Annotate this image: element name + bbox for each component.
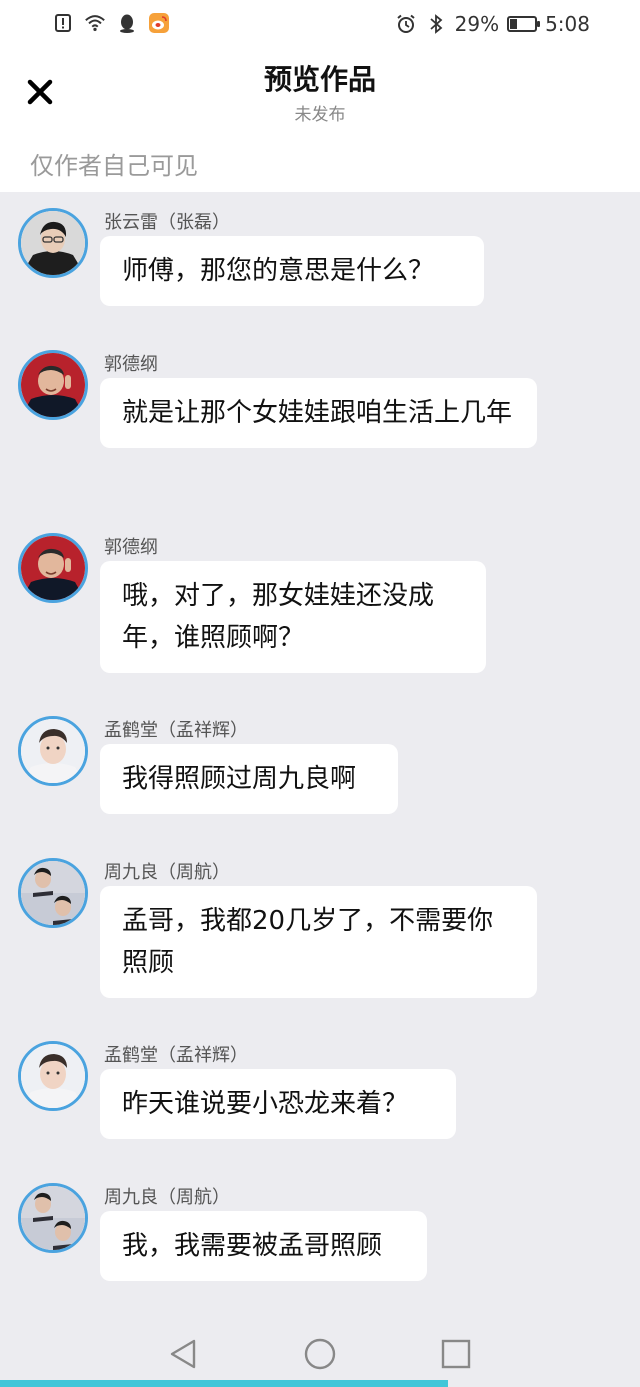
home-circle-icon bbox=[304, 1338, 336, 1370]
sender-name: 孟鹤堂（孟祥辉） bbox=[104, 720, 248, 741]
avatar[interactable] bbox=[18, 1183, 88, 1253]
avatar[interactable] bbox=[18, 350, 88, 420]
avatar-menghetang-icon bbox=[21, 719, 85, 783]
message-bubble: 哦，对了，那女娃娃还没成年，谁照顾啊？ bbox=[100, 561, 486, 673]
battery-icon bbox=[507, 16, 541, 32]
avatar-guodegang-icon bbox=[21, 536, 85, 600]
sender-name: 周九良（周航） bbox=[104, 862, 230, 883]
sender-name: 郭德纲 bbox=[104, 354, 158, 375]
clock-time: 5:08 bbox=[545, 12, 590, 36]
alert-icon bbox=[52, 12, 74, 34]
message-bubble: 我得照顾过周九良啊 bbox=[100, 744, 398, 814]
alarm-icon bbox=[395, 13, 417, 35]
avatar-guodegang-icon bbox=[21, 353, 85, 417]
bluetooth-icon bbox=[425, 13, 447, 35]
sender-name: 孟鹤堂（孟祥辉） bbox=[104, 1045, 248, 1066]
sender-name: 郭德纲 bbox=[104, 537, 158, 558]
avatar[interactable] bbox=[18, 1041, 88, 1111]
avatar[interactable] bbox=[18, 858, 88, 928]
publish-status: 未发布 bbox=[294, 105, 346, 125]
system-nav-bar bbox=[0, 1322, 640, 1387]
chat-list[interactable]: 张云雷（张磊） 师傅，那您的意思是什么？ 郭德纲 就是让那个女娃娃跟咱生活上几年 bbox=[0, 192, 640, 1322]
recents-square-icon bbox=[441, 1339, 471, 1369]
weibo-icon bbox=[148, 12, 170, 34]
status-right: 29% 5:08 bbox=[395, 12, 590, 36]
message-bubble: 就是让那个女娃娃跟咱生活上几年 bbox=[100, 378, 537, 448]
avatar-zhoujiuliang-icon bbox=[21, 861, 85, 925]
avatar-zhangyunlei-icon bbox=[21, 211, 85, 275]
status-left-icons bbox=[52, 12, 170, 34]
message-bubble: 昨天谁说要小恐龙来着？ bbox=[100, 1069, 456, 1139]
sender-name: 张云雷（张磊） bbox=[104, 212, 230, 233]
message-bubble: 师傅，那您的意思是什么？ bbox=[100, 236, 484, 306]
sender-name: 周九良（周航） bbox=[104, 1187, 230, 1208]
page-title: 预览作品 bbox=[263, 63, 376, 96]
avatar-menghetang-icon bbox=[21, 1044, 85, 1108]
header: 预览作品 未发布 仅作者自己可见 bbox=[0, 52, 640, 192]
back-button[interactable] bbox=[166, 1336, 202, 1372]
avatar-zhoujiuliang-icon bbox=[21, 1186, 85, 1250]
progress-bar bbox=[0, 1380, 448, 1387]
home-button[interactable] bbox=[302, 1336, 338, 1372]
privacy-note: 仅作者自己可见 bbox=[30, 152, 198, 180]
qq-icon bbox=[116, 12, 138, 34]
battery-percent: 29% bbox=[454, 12, 500, 36]
recents-button[interactable] bbox=[438, 1336, 474, 1372]
avatar[interactable] bbox=[18, 533, 88, 603]
avatar[interactable] bbox=[18, 208, 88, 278]
status-bar: 29% 5:08 bbox=[0, 0, 640, 52]
message-bubble: 孟哥，我都20几岁了，不需要你照顾 bbox=[100, 886, 537, 998]
back-triangle-icon bbox=[170, 1339, 196, 1369]
avatar[interactable] bbox=[18, 716, 88, 786]
message-bubble: 我，我需要被孟哥照顾 bbox=[100, 1211, 427, 1281]
wifi-icon bbox=[84, 12, 106, 34]
